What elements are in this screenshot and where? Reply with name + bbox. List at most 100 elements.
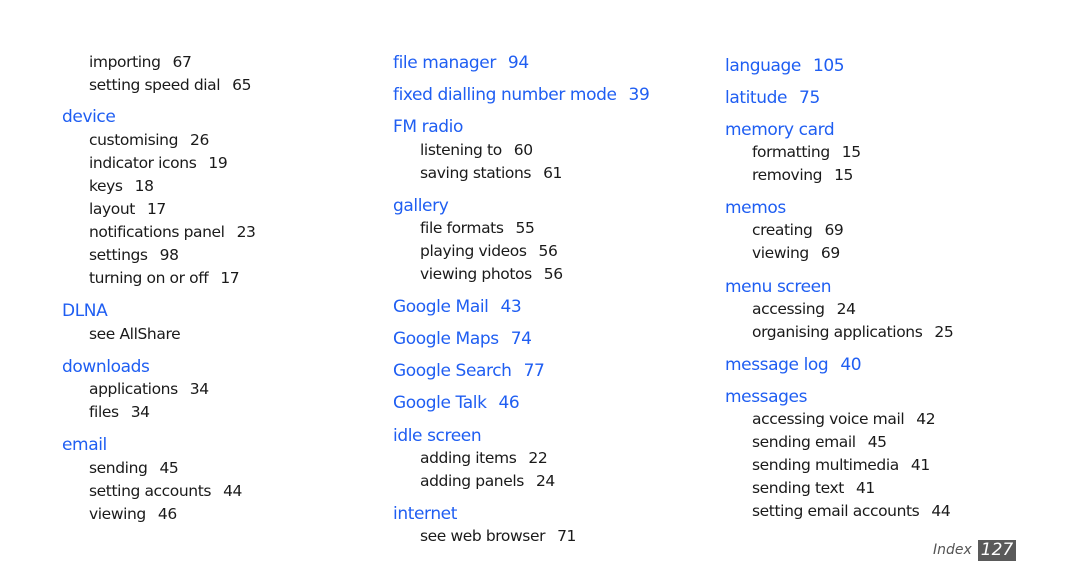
page-reference: 17 [220,269,240,287]
entry-label: importing [89,53,161,71]
page-reference: 34 [130,403,150,421]
page-reference: 44 [223,482,243,500]
page-reference: 67 [172,53,192,71]
entry-label: sending multimedia [752,456,899,474]
page-reference: 98 [159,246,179,264]
entry-label: Google Talk [393,393,487,413]
entry-label: layout [89,200,135,218]
entry-label: Google Search [393,361,512,381]
page-reference: 26 [190,131,209,149]
entry-label: removing [752,166,823,184]
index-subentry: see web browser 71 [420,527,576,545]
entry-label: FM radio [393,117,463,137]
entry-label: viewing [89,505,146,523]
index-heading: gallery [393,196,449,216]
page-reference: 25 [934,323,954,341]
entry-label: applications [89,380,178,398]
index-heading: message log 40 [725,355,862,375]
index-heading: Google Talk 46 [393,393,520,413]
page-reference: 56 [543,265,563,283]
page-reference: 65 [232,76,252,94]
page-reference: 45 [159,459,179,477]
page-reference: 17 [146,200,166,218]
entry-label: customising [89,131,179,149]
entry-label: downloads [62,357,150,377]
index-subentry: viewing 69 [752,244,840,262]
index-heading: downloads [62,357,150,377]
page-number-badge: 127 [977,539,1017,561]
index-subentry: sending multimedia 41 [752,456,930,474]
entry-label: notifications panel [89,223,225,241]
index-subentry: customising 26 [89,131,209,149]
page-reference: 105 [812,56,845,76]
page-reference: 15 [841,143,861,161]
entry-label: keys [89,177,123,195]
index-subentry: adding panels 24 [420,472,555,490]
page-reference: 46 [498,393,520,413]
entry-label: organising applications [752,323,923,341]
index-heading: fixed dialling number mode 39 [393,85,650,105]
index-subentry: keys 18 [89,177,154,195]
index-subentry: playing videos 56 [420,242,558,260]
entry-label: formatting [752,143,830,161]
entry-label: messages [725,387,808,407]
index-subentry: setting accounts 44 [89,482,242,500]
index-subentry: see AllShare [89,325,181,343]
entry-label: idle screen [393,426,482,446]
page-reference: 61 [543,164,562,182]
entry-label: setting speed dial [89,76,221,94]
entry-label: saving stations [420,164,532,182]
entry-label: accessing [752,300,825,318]
index-subentry: layout 17 [89,200,166,218]
index-subentry: setting email accounts 44 [752,502,951,520]
index-heading: email [62,435,107,455]
entry-label: viewing photos [420,265,532,283]
index-heading: latitude 75 [725,88,820,108]
index-subentry: applications 34 [89,380,209,398]
entry-label: DLNA [62,301,108,321]
entry-label: sending [89,459,148,477]
page-reference: 39 [628,85,650,105]
index-heading: device [62,107,116,127]
entry-label: language [725,56,801,76]
index-subentry: organising applications 25 [752,323,954,341]
entry-label: memory card [725,120,835,140]
entry-label: device [62,107,116,127]
entry-label: setting email accounts [752,502,920,520]
index-subentry: viewing photos 56 [420,265,563,283]
index-subentry: turning on or off 17 [89,269,240,287]
entry-label: adding panels [420,472,524,490]
page-reference: 74 [510,329,532,349]
index-subentry: adding items 22 [420,449,548,467]
entry-label: Google Maps [393,329,499,349]
index-subentry: sending 45 [89,459,179,477]
index-subentry: importing 67 [89,53,192,71]
index-subentry: viewing 46 [89,505,177,523]
entry-label: sending email [752,433,856,451]
entry-label: setting accounts [89,482,212,500]
page-reference: 55 [515,219,535,237]
entry-label: indicator icons [89,154,197,172]
page-reference: 19 [208,154,228,172]
index-heading: memos [725,198,786,218]
page-reference: 24 [535,472,555,490]
entry-label: creating [752,221,813,239]
entry-label: Google Mail [393,297,489,317]
index-subentry: accessing 24 [752,300,856,318]
index-subentry: formatting 15 [752,143,861,161]
entry-label: settings [89,246,148,264]
index-subentry: accessing voice mail 42 [752,410,936,428]
page-reference: 43 [500,297,522,317]
page-reference: 71 [557,527,577,545]
index-subentry: file formats 55 [420,219,535,237]
index-subentry: saving stations 61 [420,164,562,182]
page-reference: 69 [820,244,840,262]
entry-label: adding items [420,449,517,467]
index-subentry: notifications panel 23 [89,223,256,241]
index-heading: memory card [725,120,835,140]
entry-label: menu screen [725,277,832,297]
index-heading: language 105 [725,56,845,76]
page-reference: 45 [867,433,887,451]
entry-label: fixed dialling number mode [393,85,617,105]
index-heading: FM radio [393,117,463,137]
